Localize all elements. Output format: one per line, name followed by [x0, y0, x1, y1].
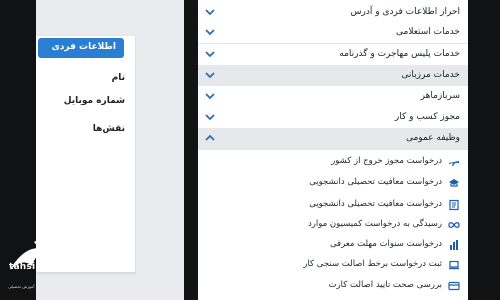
menu-item-label: وظیفه عمومی: [405, 133, 460, 143]
separator-bar: [184, 0, 198, 300]
menu-item-label: خدمات پلیس مهاجرت و گذرنامه: [339, 49, 460, 59]
chevron-down-icon: [205, 93, 215, 100]
submenu-item-label: بررسی صحت تایید اصالت کارت: [328, 280, 442, 290]
submenu-item-label: درخواست سنوات مهلت معرفی: [329, 239, 442, 249]
profile-header-label: اطلاعات فردی: [51, 42, 116, 52]
submenu-item-student-exemption[interactable]: درخواست معافیت تحصیلی دانشجویی: [198, 172, 468, 194]
menu-item-identity[interactable]: احراز اطلاعات فردی و آدرس: [198, 2, 468, 24]
menu-item-border[interactable]: خدمات مرزبانی: [198, 65, 468, 87]
bar-chart-icon: [450, 240, 458, 250]
service-menu: احراز اطلاعات فردی و آدرس خدمات استعلامی…: [198, 0, 468, 300]
infinity-icon: [448, 222, 460, 228]
menu-item-military-service[interactable]: وظیفه عمومی: [198, 128, 468, 150]
menu-item-label: خدمات استعلامی: [396, 27, 460, 37]
chevron-up-icon: [205, 134, 215, 141]
laptop-icon: [449, 260, 459, 270]
menu-item-immigration[interactable]: خدمات پلیس مهاجرت و گذرنامه: [198, 44, 468, 66]
graduation-icon: [449, 179, 459, 187]
submenu-item-label: درخواست معافیت تحصیلی دانشجویی: [309, 177, 442, 187]
menu-item-skilled-soldier[interactable]: سربازماهر: [198, 86, 468, 108]
menu-item-label: مجوز کسب و کار: [394, 112, 460, 122]
submenu-item-label: درخواست مجوز خروج از کشور: [331, 156, 442, 166]
menu-item-label: احراز اطلاعات فردی و آدرس: [350, 7, 460, 17]
field-roles-label: نقش‌ها: [92, 124, 125, 134]
field-mobile-label: شماره موبایل: [63, 96, 125, 106]
document-list-icon: [449, 199, 459, 211]
submenu-item-commission[interactable]: رسیدگی به درخواست کمیسیون موارد: [198, 214, 468, 236]
submenu-item-exit-permit[interactable]: درخواست مجوز خروج از کشور: [198, 151, 468, 173]
card-gap: [136, 0, 184, 300]
menu-item-label: سربازماهر: [420, 91, 460, 101]
profile-card: [36, 36, 136, 272]
submenu-item-label: رسیدگی به درخواست کمیسیون موارد: [308, 219, 442, 229]
profile-header-tab[interactable]: اطلاعات فردی: [38, 38, 124, 58]
chevron-down-icon: [205, 51, 215, 58]
submenu-item-student-exemption-2[interactable]: درخواست معافیت تحصیلی دانشجویی: [198, 194, 468, 216]
right-dark-bar: [468, 0, 500, 300]
chevron-down-icon: [205, 9, 215, 16]
chevron-down-icon: [205, 29, 215, 36]
chevron-down-icon: [205, 72, 215, 79]
submenu-item-deadline-years[interactable]: درخواست سنوات مهلت معرفی: [198, 234, 468, 256]
menu-item-label: خدمات مرزبانی: [401, 70, 460, 80]
card-icon: [448, 281, 460, 291]
chevron-down-icon: [205, 114, 215, 121]
field-name-label: نام: [111, 73, 125, 83]
submenu-item-card-authentication[interactable]: ثبت درخواست برخط اصالت سنجی کار: [198, 254, 468, 276]
menu-item-inquiry[interactable]: خدمات استعلامی: [198, 22, 468, 44]
airplane-icon: [449, 161, 459, 166]
submenu-item-label: ثبت درخواست برخط اصالت سنجی کار: [303, 259, 442, 269]
submenu-item-card-verification[interactable]: بررسی صحت تایید اصالت کارت: [198, 275, 468, 297]
submenu-item-label: درخواست معافیت تحصیلی دانشجویی: [309, 199, 442, 209]
menu-item-business-permit[interactable]: مجوز کسب و کار: [198, 107, 468, 129]
